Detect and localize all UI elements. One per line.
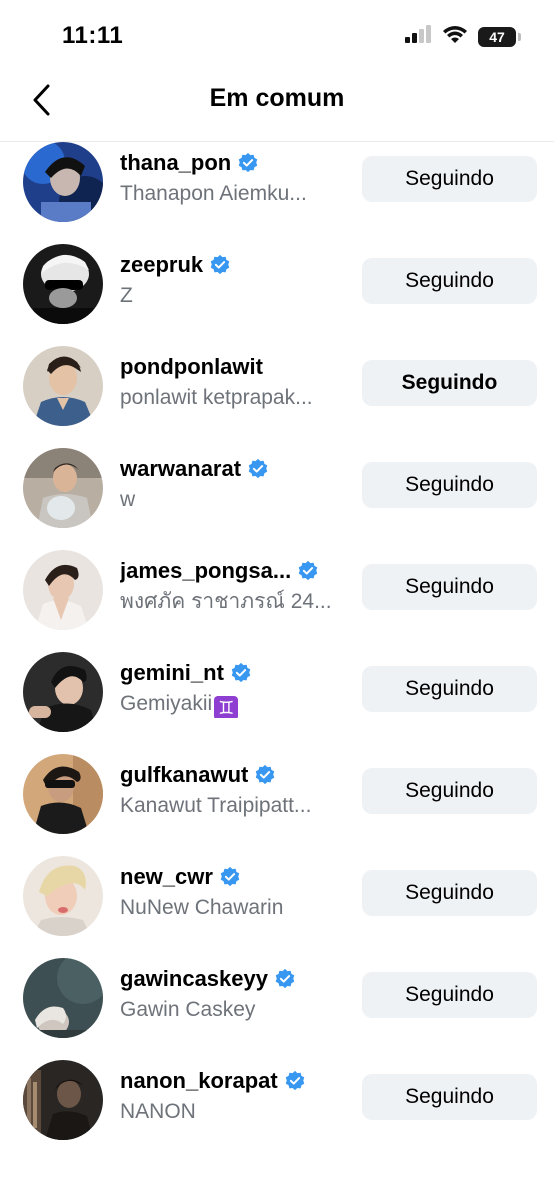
avatar[interactable] [23, 244, 103, 324]
full-name: พงศภัค ราชาภรณ์ 24... [120, 590, 332, 613]
list-item[interactable]: zeepruk Z Seguindo [0, 244, 554, 346]
full-name: Thanapon Aiemku... [120, 182, 307, 205]
verified-badge-icon [238, 152, 258, 173]
status-time: 11:11 [62, 22, 124, 49]
status-icons: 47 [404, 24, 521, 49]
full-name: Z [120, 284, 133, 307]
full-name: ponlawit ketprapak... [120, 386, 313, 409]
following-button[interactable]: Seguindo [362, 666, 537, 712]
avatar[interactable] [23, 958, 103, 1038]
avatar[interactable] [23, 142, 103, 222]
cellular-signal-icon [404, 25, 432, 48]
list-item[interactable]: new_cwr NuNew Chawarin Seguindo [0, 856, 554, 958]
verified-badge-icon [285, 1070, 304, 1091]
username[interactable]: nanon_korapat [120, 1068, 278, 1094]
avatar[interactable] [23, 856, 103, 936]
following-button[interactable]: Seguindo [362, 360, 537, 406]
avatar[interactable] [23, 346, 103, 426]
username[interactable]: pondponlawit [120, 354, 263, 380]
full-name: Gawin Caskey [120, 998, 256, 1021]
full-name: Gemiyakii ♊ [120, 690, 346, 718]
verified-badge-icon [275, 968, 295, 989]
navigation-bar: Em comum [0, 72, 554, 142]
username[interactable]: gulfkanawut [120, 762, 248, 788]
following-button[interactable]: Seguindo [362, 564, 537, 610]
verified-badge-icon [298, 560, 318, 581]
following-button[interactable]: Seguindo [362, 156, 537, 202]
following-button[interactable]: Seguindo [362, 870, 537, 916]
list-item[interactable]: james_pongsa... พงศภัค ราชาภรณ์ 24... Se… [0, 550, 554, 652]
verified-badge-icon [256, 764, 275, 785]
list-item[interactable]: gawincaskeyy Gawin Caskey Seguindo [0, 958, 554, 1060]
following-button[interactable]: Seguindo [362, 972, 537, 1018]
avatar[interactable] [23, 1060, 103, 1140]
username[interactable]: zeepruk [120, 252, 203, 278]
full-name: w [120, 488, 136, 511]
avatar[interactable] [23, 550, 103, 630]
list-item[interactable]: pondponlawit ponlawit ketprapak... Segui… [0, 346, 554, 448]
username[interactable]: thana_pon [120, 150, 231, 176]
username[interactable]: james_pongsa... [120, 558, 291, 584]
username[interactable]: warwanarat [120, 456, 241, 482]
following-button[interactable]: Seguindo [362, 462, 537, 508]
following-button[interactable]: Seguindo [362, 1074, 537, 1120]
avatar[interactable] [23, 448, 103, 528]
list-item[interactable]: nanon_korapat NANON Seguindo [0, 1060, 554, 1162]
list-item[interactable]: warwanarat w Seguindo [0, 448, 554, 550]
verified-badge-icon [248, 458, 268, 479]
gemini-zodiac-icon: ♊ [214, 696, 239, 718]
verified-badge-icon [220, 866, 240, 887]
list-item[interactable]: gemini_nt Gemiyakii ♊ Seguindo [0, 652, 554, 754]
list-item[interactable]: gulfkanawut Kanawut Traipipatt... Seguin… [0, 754, 554, 856]
verified-badge-icon [231, 662, 251, 683]
full-name: NANON [120, 1100, 196, 1123]
following-button[interactable]: Seguindo [362, 768, 537, 814]
following-button[interactable]: Seguindo [362, 258, 537, 304]
full-name: Kanawut Traipipatt... [120, 794, 312, 817]
wifi-icon [442, 24, 468, 49]
page-title: Em comum [209, 84, 345, 112]
full-name-text: Gemiyakii [120, 692, 213, 715]
avatar[interactable] [23, 754, 103, 834]
username[interactable]: gemini_nt [120, 660, 224, 686]
verified-badge-icon [210, 254, 230, 275]
list-item[interactable]: thana_pon Thanapon Aiemku... Seguindo [0, 142, 554, 244]
username[interactable]: new_cwr [120, 864, 213, 890]
battery-icon: 47 [478, 26, 521, 47]
full-name: NuNew Chawarin [120, 896, 284, 919]
avatar[interactable] [23, 652, 103, 732]
username[interactable]: gawincaskeyy [120, 966, 268, 992]
status-bar: 11:11 47 [0, 0, 554, 72]
